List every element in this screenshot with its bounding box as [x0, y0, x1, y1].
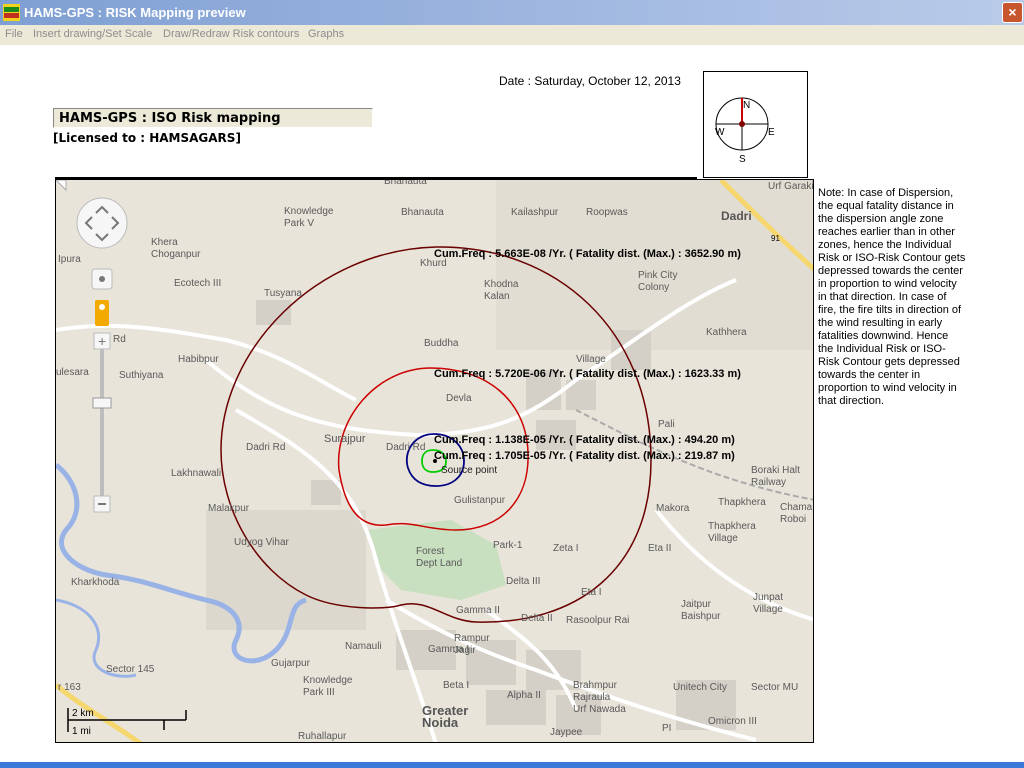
place-label: PI	[662, 723, 671, 734]
place-label: Junpat Village	[753, 592, 783, 615]
place-label: Sector MU	[751, 682, 798, 693]
scale-km: 2 km	[72, 708, 94, 719]
place-label: ulesara	[56, 367, 89, 378]
place-label: Tusyana	[264, 288, 302, 299]
place-label: Lakhnawali	[171, 468, 221, 479]
window-title: HAMS-GPS : RISK Mapping preview	[24, 5, 246, 20]
place-label: Urf Garaki	[768, 181, 814, 192]
menu-file[interactable]: File	[5, 28, 23, 40]
place-label: Delta III	[506, 576, 540, 587]
contour-label-2: Cum.Freq : 5.720E-06 /Yr. ( Fatality dis…	[434, 368, 741, 380]
place-label: Thapkhera	[718, 497, 766, 508]
place-label: Alpha II	[507, 690, 541, 701]
place-label: Beta I	[443, 680, 469, 691]
place-label: Jaypee	[550, 727, 583, 738]
place-label: Devla	[446, 393, 472, 404]
svg-text:+: +	[98, 333, 106, 349]
place-label: Roopwas	[586, 207, 628, 218]
place-label: Park-1	[493, 540, 523, 551]
zoom-in-button[interactable]: +	[93, 332, 111, 350]
date-label: Date : Saturday, October 12, 2013	[499, 74, 681, 88]
place-label: Gulistanpur	[454, 495, 506, 506]
compass-rose-icon: N S E W	[715, 97, 775, 165]
close-button[interactable]: ×	[1002, 2, 1023, 23]
menu-graphs[interactable]: Graphs	[308, 28, 344, 40]
contour-label-3: Cum.Freq : 1.138E-05 /Yr. ( Fatality dis…	[434, 434, 735, 446]
report-title-box: HAMS-GPS : ISO Risk mapping	[53, 108, 373, 128]
contour-label-1: Cum.Freq : 5.663E-08 /Yr. ( Fatality dis…	[434, 248, 741, 260]
zoom-slider-handle[interactable]	[92, 397, 112, 409]
place-label: Gujarpur	[271, 658, 311, 669]
place-label: Eta I	[581, 587, 602, 598]
menu-draw-risk-contours[interactable]: Draw/Redraw Risk contours	[163, 28, 299, 40]
title-bar: HAMS-GPS : RISK Mapping preview ×	[0, 0, 1024, 25]
place-label: Makora	[656, 503, 690, 514]
note-panel: Note: In case of Dispersion, the equal f…	[818, 187, 966, 407]
road-label: Dadri Rd	[386, 442, 425, 453]
zoom-out-button[interactable]	[93, 495, 111, 513]
contour-label-4: Cum.Freq : 1.705E-05 /Yr. ( Fatality dis…	[434, 450, 735, 462]
risk-map[interactable]: Source point Cum.Freq : 5.663E-08 /Yr. (…	[55, 179, 814, 743]
license-label: [Licensed to : HAMSAGARS]	[53, 131, 241, 145]
place-label: Rasoolpur Rai	[566, 615, 629, 626]
place-label: Bhanauta	[384, 180, 427, 187]
place-label: Malakpur	[208, 503, 250, 514]
report-title: HAMS-GPS : ISO Risk mapping	[59, 111, 281, 126]
compass-east: E	[768, 127, 775, 138]
taskbar	[0, 762, 1024, 768]
place-label: Unitech City	[673, 682, 727, 693]
menu-bar: File Insert drawing/Set Scale Draw/Redra…	[0, 25, 1024, 45]
place-label: Buddha	[424, 338, 459, 349]
place-label: Village	[576, 354, 606, 365]
place-label: Kathhera	[706, 327, 747, 338]
place-label: Omicron III	[708, 716, 757, 727]
map-center-button[interactable]	[91, 268, 113, 290]
place-label: Kailashpur	[511, 207, 559, 218]
street-view-pegman-icon[interactable]	[95, 300, 109, 326]
close-icon: ×	[1008, 4, 1017, 20]
place-label: Ipura	[58, 254, 81, 265]
road-label: Rd	[113, 334, 126, 345]
place-label: Ecotech III	[174, 278, 221, 289]
place-label: Ruhallapur	[298, 731, 347, 742]
place-label: Eta II	[648, 543, 671, 554]
scale-mi: 1 mi	[72, 726, 91, 737]
place-label: Habibpur	[178, 354, 219, 365]
place-label: Kharkhoda	[71, 577, 120, 588]
place-label: Bhanauta	[401, 207, 444, 218]
place-label: Khurd	[420, 258, 447, 269]
source-point-label: Source point	[441, 465, 497, 476]
place-label: Pali	[658, 419, 675, 430]
place-label: Udyog Vihar	[234, 537, 290, 548]
map-canvas[interactable]: Source point Cum.Freq : 5.663E-08 /Yr. (…	[56, 180, 814, 743]
place-label: Zeta I	[553, 543, 579, 554]
place-label: Delta II	[521, 613, 553, 624]
route-shield: 91	[771, 234, 780, 243]
map-pan-control[interactable]	[76, 197, 128, 249]
menu-insert-drawing[interactable]: Insert drawing/Set Scale	[33, 28, 152, 40]
app-icon	[3, 4, 20, 21]
place-label: Namauli	[345, 641, 382, 652]
place-label: r 163	[58, 682, 81, 693]
place-label: Suthiyana	[119, 370, 164, 381]
compass: N S E W	[703, 71, 808, 178]
compass-south: S	[739, 154, 746, 165]
place-label: Dadri	[721, 209, 752, 223]
place-label: Gamma II	[456, 605, 500, 616]
compass-north: N	[743, 100, 750, 111]
place-label: Surajpur	[324, 433, 366, 445]
place-label: Sector 145	[106, 664, 155, 675]
compass-west: W	[715, 127, 725, 138]
road-label: Dadri Rd	[246, 442, 285, 453]
